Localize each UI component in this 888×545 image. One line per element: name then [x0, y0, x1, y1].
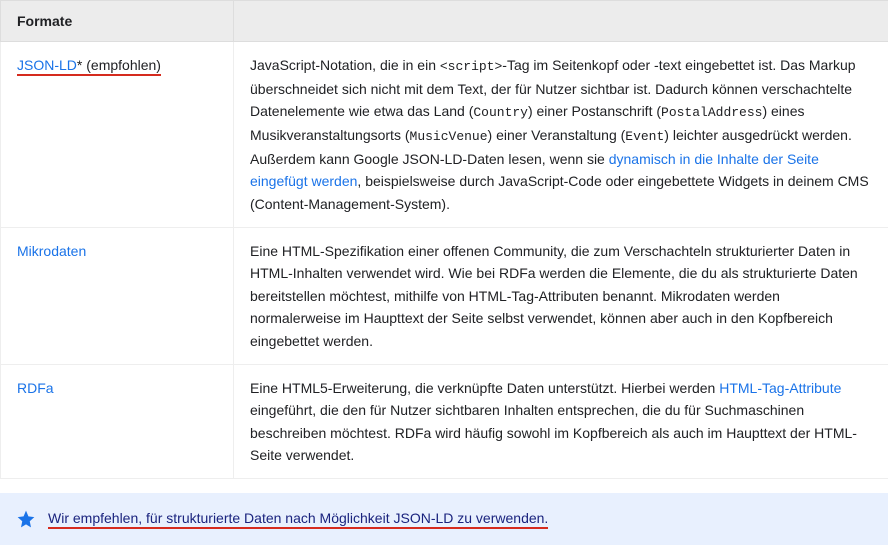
- table-row: Mikrodaten Eine HTML-Spezifikation einer…: [1, 227, 888, 364]
- format-name-cell: RDFa: [1, 364, 234, 479]
- format-description-cell: Eine HTML-Spezifikation einer offenen Co…: [234, 227, 888, 364]
- callout-text: Wir empfehlen, für strukturierte Daten n…: [48, 510, 548, 529]
- star-icon: [16, 509, 36, 529]
- table-header: Formate: [1, 1, 234, 42]
- format-link-mikrodaten[interactable]: Mikrodaten: [17, 243, 86, 259]
- format-description-cell: JavaScript-Notation, die in ein <script>…: [234, 42, 888, 228]
- code-inline: PostalAddress: [661, 105, 762, 120]
- format-link-rdfa[interactable]: RDFa: [17, 380, 54, 396]
- desc-text: ) einer Postanschrift (: [528, 103, 661, 119]
- format-name-cell: Mikrodaten: [1, 227, 234, 364]
- desc-text: Eine HTML5-Erweiterung, die verknüpfte D…: [250, 380, 719, 396]
- inline-link-html-attr[interactable]: HTML-Tag-Attribute: [719, 380, 841, 396]
- code-inline: <script>: [440, 59, 502, 74]
- format-description-cell: Eine HTML5-Erweiterung, die verknüpfte D…: [234, 364, 888, 479]
- format-link-jsonld[interactable]: JSON-LD: [17, 57, 77, 73]
- table-header-row: Formate: [1, 1, 888, 42]
- recommendation-callout: Wir empfehlen, für strukturierte Daten n…: [0, 493, 888, 545]
- formats-table: Formate JSON-LD* (empfohlen) JavaScript-…: [0, 0, 888, 479]
- desc-text: ) einer Veranstaltung (: [488, 127, 626, 143]
- desc-text: JavaScript-Notation, die in ein: [250, 57, 440, 73]
- table-header-empty: [234, 1, 888, 42]
- code-inline: MusicVenue: [410, 129, 488, 144]
- table-row: JSON-LD* (empfohlen) JavaScript-Notation…: [1, 42, 888, 228]
- code-inline: Event: [625, 129, 664, 144]
- code-inline: Country: [473, 105, 528, 120]
- desc-text: eingeführt, die den für Nutzer sichtbare…: [250, 402, 857, 463]
- table-row: RDFa Eine HTML5-Erweiterung, die verknüp…: [1, 364, 888, 479]
- format-name-cell: JSON-LD* (empfohlen): [1, 42, 234, 228]
- format-extra: * (empfohlen): [77, 57, 161, 73]
